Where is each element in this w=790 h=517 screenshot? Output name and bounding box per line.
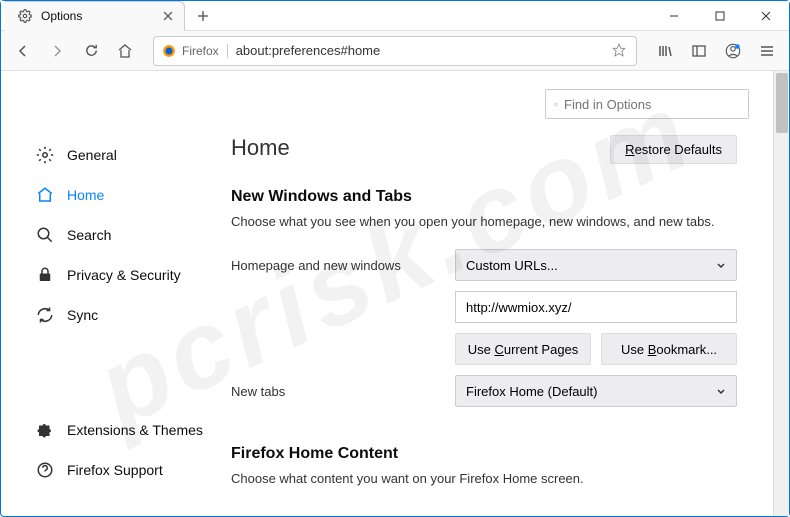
sidebar-label: Extensions & Themes xyxy=(67,422,203,438)
lock-icon xyxy=(35,265,55,285)
section-desc: Choose what you see when you open your h… xyxy=(231,214,737,229)
search-icon xyxy=(35,225,55,245)
help-icon xyxy=(35,460,55,480)
use-bookmark-button[interactable]: Use Bookmark... xyxy=(601,333,737,365)
bookmark-star-icon[interactable] xyxy=(612,43,628,59)
newtabs-label: New tabs xyxy=(231,384,443,399)
section-title: Firefox Home Content xyxy=(231,445,737,463)
tab-title: Options xyxy=(41,9,152,23)
newtabs-select[interactable]: Firefox Home (Default) xyxy=(455,375,737,407)
forward-button[interactable] xyxy=(43,37,71,65)
identity-label: Firefox xyxy=(182,44,219,58)
account-button[interactable] xyxy=(719,37,747,65)
select-value: Firefox Home (Default) xyxy=(466,384,597,399)
minimize-button[interactable] xyxy=(651,1,697,31)
page-heading: Home xyxy=(231,135,290,161)
sidebar-item-sync[interactable]: Sync xyxy=(25,295,219,335)
library-button[interactable] xyxy=(651,37,679,65)
chevron-down-icon xyxy=(716,260,726,270)
sidebar-label: Privacy & Security xyxy=(67,267,181,283)
homepage-select[interactable]: Custom URLs... xyxy=(455,249,737,281)
section-desc: Choose what content you want on your Fir… xyxy=(231,471,737,486)
restore-defaults-button[interactable]: Restore Defaults xyxy=(610,135,737,164)
sidebar: General Home Search Privacy & Security S… xyxy=(25,135,219,506)
maximize-button[interactable] xyxy=(697,1,743,31)
close-icon[interactable] xyxy=(160,8,176,24)
sidebar-item-extensions[interactable]: Extensions & Themes xyxy=(25,410,219,450)
menu-button[interactable] xyxy=(753,37,781,65)
home-icon xyxy=(35,185,55,205)
homepage-url-input[interactable] xyxy=(455,291,737,323)
firefox-icon xyxy=(162,44,176,58)
gear-icon xyxy=(17,8,33,24)
sidebar-toggle-button[interactable] xyxy=(685,37,713,65)
scrollbar[interactable] xyxy=(773,71,789,516)
titlebar: Options xyxy=(1,1,789,31)
select-value: Custom URLs... xyxy=(466,258,558,273)
sync-icon xyxy=(35,305,55,325)
sidebar-label: Sync xyxy=(67,307,98,323)
reload-button[interactable] xyxy=(77,37,105,65)
use-current-pages-button[interactable]: Use Current Pages xyxy=(455,333,591,365)
sidebar-label: Firefox Support xyxy=(67,462,163,478)
section-title: New Windows and Tabs xyxy=(231,188,737,206)
sidebar-item-general[interactable]: General xyxy=(25,135,219,175)
sidebar-item-home[interactable]: Home xyxy=(25,175,219,215)
sidebar-item-privacy[interactable]: Privacy & Security xyxy=(25,255,219,295)
find-input[interactable] xyxy=(564,97,740,112)
search-icon xyxy=(554,98,558,111)
puzzle-icon xyxy=(35,420,55,440)
sidebar-label: General xyxy=(67,147,117,163)
back-button[interactable] xyxy=(9,37,37,65)
browser-tab[interactable]: Options xyxy=(5,1,185,31)
new-tab-button[interactable] xyxy=(189,2,217,30)
url-text: about:preferences#home xyxy=(236,43,604,58)
home-button[interactable] xyxy=(111,37,139,65)
gear-icon xyxy=(35,145,55,165)
find-in-options[interactable] xyxy=(545,89,749,119)
sidebar-item-support[interactable]: Firefox Support xyxy=(25,450,219,490)
toolbar: Firefox about:preferences#home xyxy=(1,31,789,71)
sidebar-item-search[interactable]: Search xyxy=(25,215,219,255)
chevron-down-icon xyxy=(716,386,726,396)
url-bar[interactable]: Firefox about:preferences#home xyxy=(153,36,637,66)
scrollbar-thumb[interactable] xyxy=(776,73,788,133)
homepage-label: Homepage and new windows xyxy=(231,258,443,273)
sidebar-label: Home xyxy=(67,187,104,203)
identity-box[interactable]: Firefox xyxy=(162,44,228,58)
main-panel: Home Restore Defaults New Windows and Ta… xyxy=(219,135,749,506)
window-controls xyxy=(651,1,789,31)
close-window-button[interactable] xyxy=(743,1,789,31)
sidebar-label: Search xyxy=(67,227,111,243)
